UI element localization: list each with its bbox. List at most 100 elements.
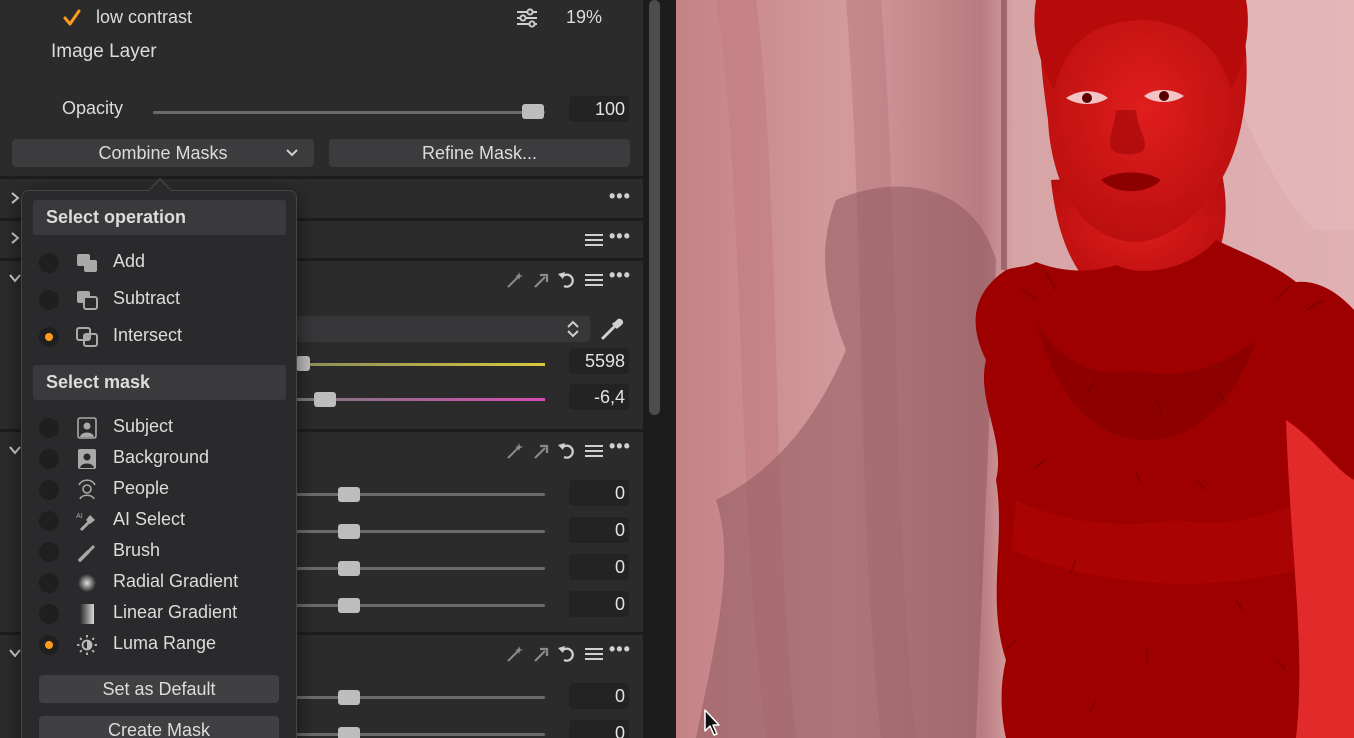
reset-icon[interactable] <box>557 644 577 664</box>
mask-label: Luma Range <box>113 633 217 653</box>
radio-button[interactable] <box>39 418 59 438</box>
adjustment-slider-track[interactable] <box>296 530 545 533</box>
combine-masks-label: Combine Masks <box>98 143 228 163</box>
tint-slider-handle[interactable] <box>314 392 336 407</box>
chevron-down-icon <box>286 149 298 157</box>
intersect-mask-icon <box>75 326 99 348</box>
mask-label: Subject <box>113 416 174 436</box>
adjustment-slider-track[interactable] <box>296 696 545 699</box>
adjustment-slider-handle[interactable] <box>338 524 360 539</box>
ai-select-icon: AI <box>75 510 99 532</box>
adjustment-slider-handle[interactable] <box>338 727 360 738</box>
adjustment-slider-track[interactable] <box>296 604 545 607</box>
combine-masks-popup: Select operation Add Subtract Intersect Se… <box>21 190 297 738</box>
temperature-value[interactable]: 5598 <box>569 348 629 374</box>
combine-masks-button[interactable]: Combine Masks <box>12 139 314 167</box>
adjustment-slider-handle[interactable] <box>338 561 360 576</box>
opacity-slider-handle[interactable] <box>522 104 544 119</box>
chevron-down-icon[interactable] <box>9 647 21 659</box>
chevron-down-icon[interactable] <box>9 444 21 456</box>
adjustment-slider-handle[interactable] <box>338 690 360 705</box>
mask-name[interactable]: low contrast <box>96 7 192 28</box>
copy-adjustments-icon[interactable] <box>532 441 550 461</box>
mask-settings-icon[interactable] <box>515 8 539 28</box>
adjustment-value[interactable]: 0 <box>569 517 629 543</box>
copy-adjustments-icon[interactable] <box>532 270 550 290</box>
radio-button[interactable] <box>39 542 59 562</box>
temperature-slider-handle[interactable] <box>296 356 310 371</box>
chevron-right-icon[interactable] <box>9 192 21 204</box>
set-as-default-button[interactable]: Set as Default <box>39 675 279 703</box>
select-operation-header: Select operation <box>33 200 286 235</box>
radio-button[interactable] <box>39 635 59 655</box>
checkmark-icon[interactable] <box>62 8 82 28</box>
operation-subtract[interactable]: Subtract <box>22 286 298 314</box>
adjustment-slider-track[interactable] <box>296 493 545 496</box>
scrollbar-thumb[interactable] <box>649 0 660 415</box>
opacity-slider-track[interactable] <box>153 111 545 114</box>
image-viewer[interactable] <box>676 0 1354 738</box>
adjustment-value[interactable]: 0 <box>569 683 629 709</box>
people-icon <box>75 479 99 501</box>
layer-title: Image Layer <box>51 41 157 62</box>
mask-label: Background <box>113 447 210 467</box>
mask-subject[interactable]: Subject <box>22 414 298 442</box>
adjustment-slider-track[interactable] <box>296 733 545 736</box>
mask-ai-select[interactable]: AI AI Select <box>22 507 298 535</box>
operation-label: Intersect <box>113 325 183 345</box>
magic-wand-icon[interactable] <box>505 270 525 290</box>
luma-range-icon <box>75 634 99 656</box>
white-balance-mode-dropdown[interactable] <box>296 316 590 342</box>
copy-adjustments-icon[interactable] <box>532 644 550 664</box>
operation-add[interactable]: Add <box>22 249 298 277</box>
adjustment-value[interactable]: 0 <box>569 480 629 506</box>
adjustment-value[interactable]: 0 <box>569 720 629 738</box>
refine-mask-button[interactable]: Refine Mask... <box>329 139 630 167</box>
menu-icon[interactable] <box>585 273 603 287</box>
chevron-right-icon[interactable] <box>9 232 21 244</box>
adjustment-value[interactable]: 0 <box>569 591 629 617</box>
menu-icon[interactable] <box>585 647 603 661</box>
masked-photo <box>676 0 1354 738</box>
temperature-slider-track[interactable] <box>296 363 545 366</box>
more-options-icon[interactable]: ••• <box>609 186 631 207</box>
radio-button[interactable] <box>39 327 59 347</box>
popup-pointer-fill <box>149 180 171 191</box>
magic-wand-icon[interactable] <box>505 441 525 461</box>
operation-label: Add <box>113 251 146 271</box>
adjustment-slider-track[interactable] <box>296 567 545 570</box>
tint-value[interactable]: -6,4 <box>569 384 629 410</box>
adjustment-value[interactable]: 0 <box>569 554 629 580</box>
radio-button[interactable] <box>39 604 59 624</box>
chevron-down-icon[interactable] <box>9 272 21 284</box>
reset-icon[interactable] <box>557 441 577 461</box>
radio-button[interactable] <box>39 480 59 500</box>
mask-label: Brush <box>113 540 161 560</box>
mask-luma-range[interactable]: Luma Range <box>22 631 298 659</box>
radio-button[interactable] <box>39 253 59 273</box>
mask-people[interactable]: People <box>22 476 298 504</box>
reset-icon[interactable] <box>557 270 577 290</box>
eyedropper-icon[interactable] <box>598 315 626 343</box>
magic-wand-icon[interactable] <box>505 644 525 664</box>
more-options-icon[interactable]: ••• <box>609 265 631 286</box>
create-mask-button[interactable]: Create Mask <box>39 716 279 738</box>
radio-button[interactable] <box>39 511 59 531</box>
radio-button[interactable] <box>39 573 59 593</box>
opacity-value[interactable]: 100 <box>569 96 629 122</box>
mask-radial-gradient[interactable]: Radial Gradient <box>22 569 298 597</box>
more-options-icon[interactable]: ••• <box>609 436 631 457</box>
mask-background[interactable]: Background <box>22 445 298 473</box>
menu-icon[interactable] <box>585 233 603 247</box>
radio-button[interactable] <box>39 449 59 469</box>
more-options-icon[interactable]: ••• <box>609 226 631 247</box>
more-options-icon[interactable]: ••• <box>609 639 631 660</box>
adjustment-slider-handle[interactable] <box>338 598 360 613</box>
section-divider <box>0 176 643 179</box>
menu-icon[interactable] <box>585 444 603 458</box>
radio-button[interactable] <box>39 290 59 310</box>
mask-brush[interactable]: Brush <box>22 538 298 566</box>
adjustment-slider-handle[interactable] <box>338 487 360 502</box>
operation-intersect[interactable]: Intersect <box>22 323 298 351</box>
mask-linear-gradient[interactable]: Linear Gradient <box>22 600 298 628</box>
